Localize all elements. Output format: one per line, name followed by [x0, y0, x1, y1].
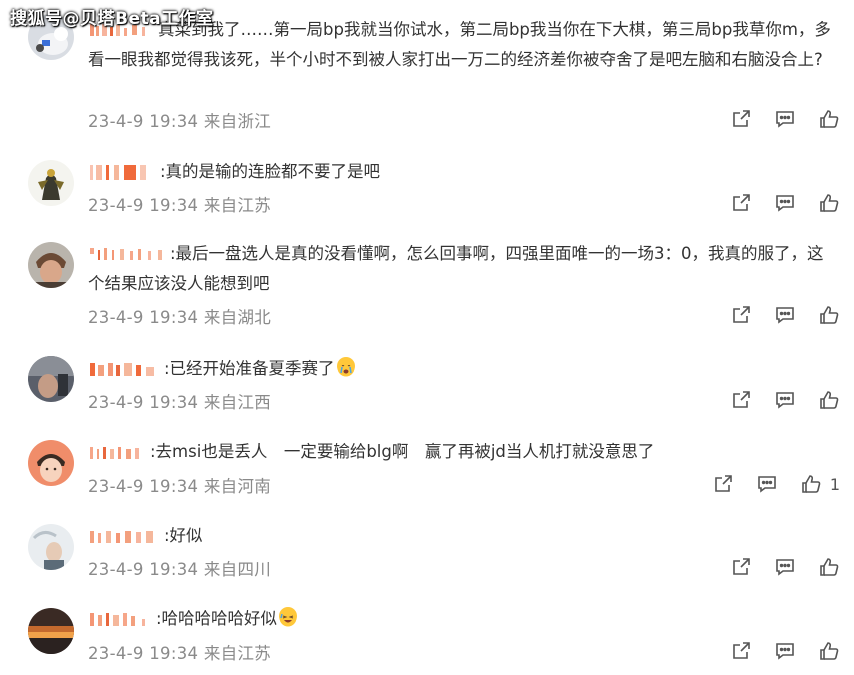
comment-meta: 23-4-9 19:34 来自四川	[88, 560, 272, 579]
comment-body: :真的是输的连脸都不要了是吧	[160, 162, 381, 181]
comment-icon[interactable]	[774, 304, 796, 326]
comment-actions	[708, 304, 840, 326]
comment-meta: 23-4-9 19:34 来自河南	[88, 477, 272, 496]
comment-icon[interactable]	[774, 556, 796, 578]
watermark: 搜狐号@贝塔Beta工作室	[10, 9, 214, 29]
thumbs-up-icon[interactable]	[818, 389, 840, 411]
username-redacted[interactable]	[88, 162, 158, 184]
comment-text: :最后一盘选人是真的没看懂啊，怎么回事啊，四强里面唯一的一场3：0，我真的服了，…	[88, 239, 840, 299]
thumbs-up-icon[interactable]	[818, 640, 840, 662]
share-icon[interactable]	[730, 389, 752, 411]
username-redacted[interactable]	[88, 359, 162, 381]
avatar[interactable]	[28, 608, 74, 654]
comment-icon[interactable]	[774, 108, 796, 130]
comment-actions	[708, 556, 840, 578]
avatar[interactable]	[28, 160, 74, 206]
comment-actions: 1	[690, 473, 840, 495]
comment-body: :最后一盘选人是真的没看懂啊，怎么回事啊，四强里面唯一的一场3：0，我真的服了，…	[88, 244, 824, 293]
comment-meta: 23-4-9 19:34 来自浙江	[88, 112, 272, 131]
comment-text: :好似	[88, 521, 840, 551]
comment-icon[interactable]	[756, 473, 778, 495]
crying-emoji-icon	[336, 357, 355, 377]
username-redacted[interactable]	[88, 244, 168, 266]
comment-text: :哈哈哈哈哈好似	[88, 604, 840, 634]
comment-meta: 23-4-9 19:34 来自湖北	[88, 308, 272, 327]
thumbs-up-icon[interactable]	[818, 192, 840, 214]
username-redacted[interactable]	[88, 609, 154, 631]
comment-body: :去msi也是丢人 一定要输给blg啊 赢了再被jd当人机打就没意思了	[150, 442, 655, 461]
avatar[interactable]	[28, 242, 74, 288]
thumbs-up-icon[interactable]	[818, 108, 840, 130]
thumbs-up-icon[interactable]	[818, 556, 840, 578]
share-icon[interactable]	[730, 640, 752, 662]
share-icon[interactable]	[730, 304, 752, 326]
comment-body: :哈哈哈哈哈好似	[156, 609, 278, 628]
comment-text: :真的是输的连脸都不要了是吧	[88, 157, 840, 187]
avatar[interactable]	[28, 356, 74, 402]
rolling-laugh-emoji-icon	[279, 607, 298, 627]
avatar[interactable]	[28, 524, 74, 570]
comment-actions	[708, 108, 840, 130]
comment-icon[interactable]	[774, 389, 796, 411]
share-icon[interactable]	[730, 192, 752, 214]
comment-body: :已经开始准备夏季赛了	[164, 359, 335, 378]
comment-icon[interactable]	[774, 192, 796, 214]
comment-actions	[708, 389, 840, 411]
avatar[interactable]	[28, 440, 74, 486]
comment-meta: 23-4-9 19:34 来自江西	[88, 393, 272, 412]
share-icon[interactable]	[730, 108, 752, 130]
username-redacted[interactable]	[88, 442, 148, 464]
thumbs-up-icon[interactable]	[818, 304, 840, 326]
comment-meta: 23-4-9 19:34 来自江苏	[88, 196, 272, 215]
thumbs-up-icon[interactable]: 1	[800, 473, 840, 495]
comment-actions	[708, 192, 840, 214]
comment-icon[interactable]	[774, 640, 796, 662]
comment-text: :去msi也是丢人 一定要输给blg啊 赢了再被jd当人机打就没意思了	[88, 437, 840, 467]
comment-actions	[708, 640, 840, 662]
share-icon[interactable]	[712, 473, 734, 495]
comment-body: :好似	[164, 526, 203, 545]
comment-text: :已经开始准备夏季赛了	[88, 354, 840, 384]
like-count: 1	[829, 474, 840, 494]
share-icon[interactable]	[730, 556, 752, 578]
comment-meta: 23-4-9 19:34 来自江苏	[88, 644, 272, 663]
username-redacted[interactable]	[88, 526, 162, 548]
